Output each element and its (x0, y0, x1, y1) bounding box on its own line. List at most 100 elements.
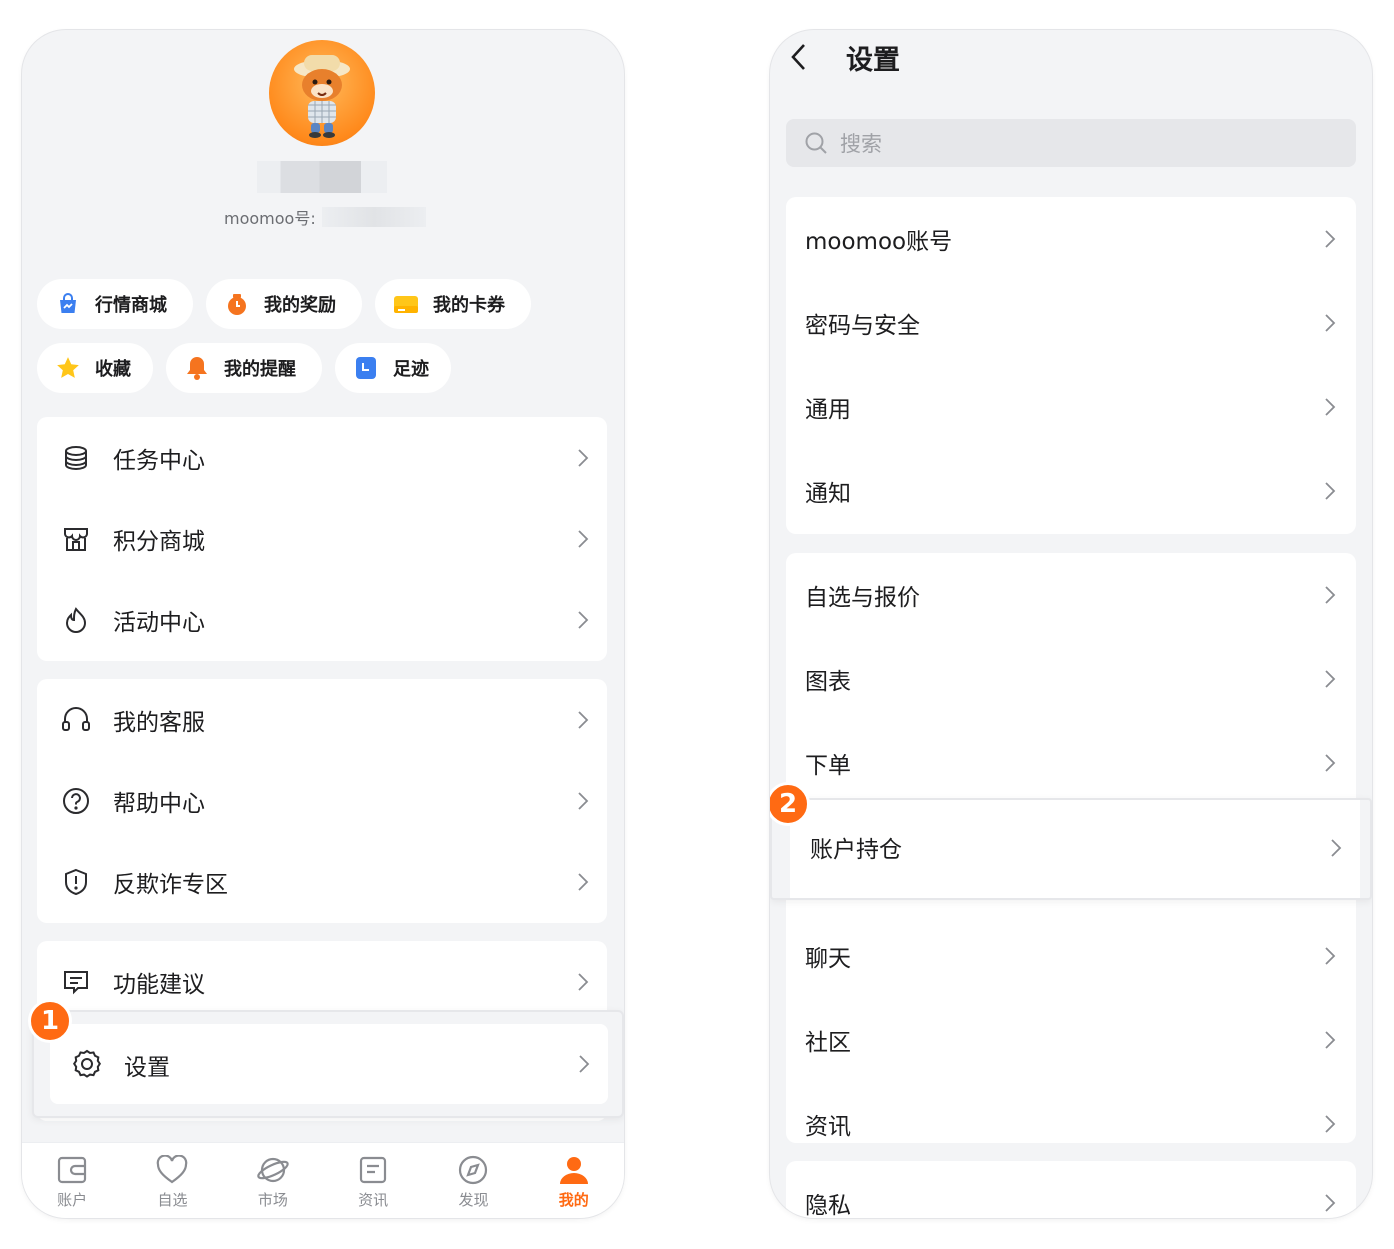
chevron-right-icon (578, 610, 589, 629)
menu-item-label: 活动中心 (113, 609, 205, 636)
search-input[interactable]: 搜索 (786, 119, 1356, 167)
menu-group-tasks: 任务中心 积分商城 活动中心 (37, 417, 607, 661)
tab-discover[interactable]: 发现 (423, 1143, 523, 1218)
menu-item-activity-center[interactable]: 活动中心 (37, 579, 607, 660)
menu-item-label: 设置 (124, 1055, 170, 1081)
menu-item-task-center[interactable]: 任务中心 (37, 417, 607, 498)
tab-account[interactable]: 账户 (22, 1143, 122, 1218)
store-icon (61, 524, 91, 554)
chevron-right-icon (578, 448, 589, 467)
chip-my-alerts[interactable]: 我的提醒 (166, 343, 322, 393)
nickname-redacted (257, 161, 387, 193)
gear-icon (72, 1049, 102, 1079)
menu-item-points-store[interactable]: 积分商城 (37, 498, 607, 579)
chevron-right-icon (1325, 482, 1336, 500)
chevron-right-icon (1325, 314, 1336, 332)
avatar[interactable] (269, 40, 375, 146)
chevron-right-icon (1325, 1194, 1336, 1212)
settings-item-chat[interactable]: 聊天 (786, 914, 1356, 998)
settings-group-account: moomoo账号 密码与安全 通用 通知 (786, 197, 1356, 534)
planet-icon (256, 1153, 290, 1187)
nav-bar: 设置 (770, 30, 1372, 86)
menu-item-label: 功能建议 (113, 971, 205, 998)
settings-item-news[interactable]: 资讯 (786, 1082, 1356, 1166)
search-placeholder: 搜索 (840, 132, 882, 156)
menu-item-anti-fraud[interactable]: 反欺诈专区 (37, 841, 607, 922)
chevron-right-icon (579, 1055, 590, 1073)
tab-market[interactable]: 市场 (223, 1143, 323, 1218)
search-icon (805, 132, 827, 154)
settings-item-label: 隐私 (805, 1193, 851, 1218)
settings-item-charts[interactable]: 图表 (786, 637, 1356, 721)
settings-item-label: 社区 (805, 1030, 851, 1056)
chip-label: 我的奖励 (264, 295, 336, 316)
flame-icon (61, 605, 91, 635)
chevron-right-icon (1325, 947, 1336, 965)
menu-item-settings[interactable]: 设置 (50, 1024, 608, 1104)
bottom-tab-bar: 账户 自选 市场 资讯 发现 我的 (22, 1142, 624, 1218)
headset-icon (61, 705, 91, 735)
question-circle-icon (61, 786, 91, 816)
page-title: 设置 (846, 45, 900, 76)
menu-item-label: 帮助中心 (113, 790, 205, 817)
settings-item-label: moomoo账号 (805, 229, 953, 255)
tab-me[interactable]: 我的 (524, 1143, 624, 1218)
moomoo-id-label: moomoo号: (224, 209, 316, 228)
mascot-icon (294, 55, 350, 138)
tab-watchlist[interactable]: 自选 (122, 1143, 222, 1218)
tab-label: 发现 (458, 1191, 489, 1209)
person-icon (557, 1153, 591, 1187)
settings-screen: 设置 搜索 moomoo账号 密码与安全 通用 通知 自选与报价 图表 下单 聊… (770, 30, 1372, 1218)
heart-icon (155, 1153, 189, 1187)
chip-label: 我的卡券 (433, 295, 505, 316)
tab-label: 自选 (157, 1191, 188, 1209)
star-icon (55, 355, 81, 381)
document-icon (356, 1153, 390, 1187)
back-arrow-icon[interactable] (788, 42, 810, 72)
market-bag-icon (55, 291, 81, 317)
settings-item-notifications[interactable]: 通知 (786, 449, 1356, 533)
chevron-right-icon (1325, 1031, 1336, 1049)
chevron-right-icon (578, 872, 589, 891)
menu-item-label: 积分商城 (113, 528, 205, 555)
settings-group-privacy: 隐私 (786, 1161, 1356, 1218)
settings-item-watchlist-quotes[interactable]: 自选与报价 (786, 553, 1356, 637)
settings-item-account-positions[interactable]: 账户持仓 (790, 800, 1360, 898)
settings-item-label: 下单 (805, 753, 851, 779)
chevron-right-icon (1325, 586, 1336, 604)
menu-item-customer-service[interactable]: 我的客服 (37, 679, 607, 760)
chip-footprint[interactable]: 足迹 (335, 343, 451, 393)
settings-item-community[interactable]: 社区 (786, 998, 1356, 1082)
settings-highlight: 设置 (32, 1010, 624, 1118)
step-badge-1: 1 (28, 999, 72, 1043)
settings-item-password-security[interactable]: 密码与安全 (786, 281, 1356, 365)
chip-label: 我的提醒 (224, 359, 296, 380)
shield-alert-icon (61, 867, 91, 897)
tab-label: 我的 (558, 1191, 589, 1209)
chip-my-rewards[interactable]: 我的奖励 (206, 279, 362, 329)
positions-highlight: 账户持仓 (770, 798, 1372, 900)
settings-item-privacy[interactable]: 隐私 (786, 1161, 1356, 1218)
tab-news[interactable]: 资讯 (323, 1143, 423, 1218)
moomoo-id-redacted (321, 207, 426, 227)
settings-item-label: 图表 (805, 669, 851, 695)
chip-favorites[interactable]: 收藏 (37, 343, 153, 393)
profile-screen: moomoo号: 行情商城 我的奖励 我的卡券 收藏 我的提醒 足迹 任务中心 … (22, 30, 624, 1218)
chevron-right-icon (1331, 839, 1342, 857)
settings-item-general[interactable]: 通用 (786, 365, 1356, 449)
settings-item-label: 通知 (805, 481, 851, 507)
settings-item-label: 资讯 (805, 1114, 851, 1140)
settings-item-label: 通用 (805, 397, 851, 423)
chip-my-coupons[interactable]: 我的卡券 (375, 279, 531, 329)
compass-icon (456, 1153, 490, 1187)
chevron-right-icon (1325, 398, 1336, 416)
chevron-right-icon (578, 972, 589, 991)
tab-label: 资讯 (358, 1191, 389, 1209)
chip-label: 行情商城 (95, 295, 167, 316)
message-lines-icon (61, 967, 91, 997)
chip-market-store[interactable]: 行情商城 (37, 279, 193, 329)
settings-item-orders[interactable]: 下单 (786, 721, 1356, 805)
chevron-right-icon (1325, 670, 1336, 688)
menu-item-help-center[interactable]: 帮助中心 (37, 760, 607, 841)
settings-item-moomoo-account[interactable]: moomoo账号 (786, 197, 1356, 281)
